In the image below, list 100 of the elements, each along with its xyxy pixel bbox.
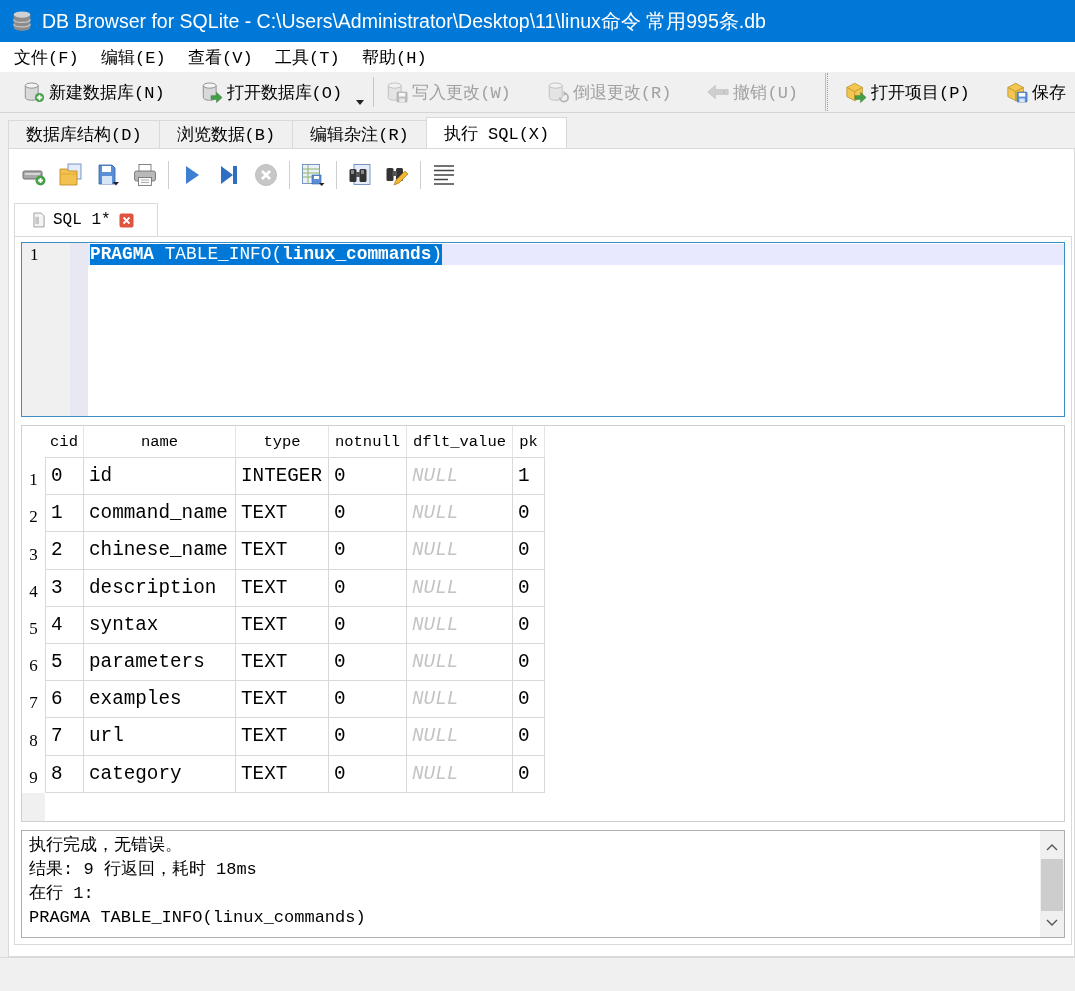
table-cell: NULL: [407, 681, 513, 719]
table-cell: 0: [329, 643, 407, 682]
message-line: 执行完成，无错误。: [29, 834, 182, 857]
floppy-icon: [96, 163, 120, 187]
table-cell: 0: [329, 458, 407, 496]
table-cell: 0: [329, 606, 407, 644]
table-cell: url: [84, 718, 236, 756]
tab[interactable]: 执行 SQL(X): [425, 117, 568, 148]
table-cell: 1: [513, 458, 545, 496]
stop-icon: [254, 163, 278, 187]
table-cell: 0: [513, 643, 545, 682]
box-arrow-icon: [845, 81, 868, 103]
table-cell: 0: [329, 569, 407, 607]
table-cell: INTEGER: [236, 458, 329, 496]
table-cell: NULL: [407, 569, 513, 607]
table-cell: parameters: [84, 643, 236, 682]
message-line: 结果: 9 行返回，耗时 18ms: [29, 859, 257, 881]
table-cell: 0: [513, 495, 545, 533]
table-cell: 0: [329, 755, 407, 793]
tab[interactable]: 数据库结构(D): [8, 120, 160, 148]
column-header[interactable]: dflt_value: [407, 426, 513, 458]
table-cell: TEXT: [236, 606, 329, 644]
row-number[interactable]: 7: [22, 681, 45, 719]
row-number[interactable]: 9: [22, 755, 45, 793]
scrollbar[interactable]: [1040, 831, 1064, 937]
table-cell: NULL: [407, 458, 513, 496]
column-header[interactable]: cid: [45, 426, 84, 458]
close-icon[interactable]: [118, 212, 134, 228]
table-cell: 0: [329, 718, 407, 756]
table-cell: 3: [45, 569, 84, 607]
column-header[interactable]: pk: [513, 426, 545, 458]
table-cell: 7: [45, 718, 84, 756]
table-cell: TEXT: [236, 495, 329, 533]
table-cell: 0: [513, 606, 545, 644]
binoculars-icon: [348, 163, 372, 187]
line-number: 1: [30, 244, 39, 265]
table-cell: TEXT: [236, 681, 329, 719]
table-cell: command_name: [84, 495, 236, 533]
table-cell: 0: [513, 532, 545, 570]
table-cell: TEXT: [236, 643, 329, 682]
caret-icon[interactable]: [356, 100, 365, 105]
row-number[interactable]: 3: [22, 532, 45, 570]
menu-item[interactable]: 编辑(E): [97, 43, 170, 71]
table-cell: 0: [513, 569, 545, 607]
table-cell: description: [84, 569, 236, 607]
row-number[interactable]: 4: [22, 569, 45, 607]
table-cell: 0: [45, 458, 84, 496]
toolbar-button[interactable]: 新建数据库(N): [20, 76, 168, 108]
column-header[interactable]: name: [84, 426, 236, 458]
scroll-up-icon[interactable]: [1046, 844, 1058, 851]
table-cell: 8: [45, 755, 84, 793]
table-cell: 0: [329, 681, 407, 719]
table-cell: 0: [513, 755, 545, 793]
database-plus-icon: [23, 81, 45, 103]
sql-editor[interactable]: 1 PRAGMA TABLE_INFO(linux_commands): [21, 242, 1065, 417]
menu-item[interactable]: 帮助(H): [358, 43, 431, 71]
row-number[interactable]: 1: [22, 458, 45, 496]
database-undo-icon: [546, 81, 569, 103]
menu-item[interactable]: 工具(T): [271, 43, 344, 71]
scrollbar-thumb[interactable]: [1041, 859, 1063, 911]
folder-icon: [59, 163, 83, 187]
table-cell: id: [84, 458, 236, 496]
table-cell: syntax: [84, 606, 236, 644]
row-number[interactable]: 2: [22, 495, 45, 533]
table-cell: NULL: [407, 606, 513, 644]
text-lines-icon: [432, 163, 456, 187]
box-floppy-icon: [1005, 81, 1028, 103]
document-icon: [33, 212, 45, 228]
toolbar-button[interactable]: 保存: [1002, 76, 1069, 108]
row-number[interactable]: 8: [22, 718, 45, 756]
column-header[interactable]: notnull: [329, 426, 407, 458]
scroll-down-icon[interactable]: [1046, 919, 1058, 926]
row-number[interactable]: 6: [22, 643, 45, 682]
table-cell: chinese_name: [84, 532, 236, 570]
table-cell: TEXT: [236, 718, 329, 756]
editor-tab[interactable]: SQL 1*: [14, 203, 158, 236]
table-cell: 0: [513, 681, 545, 719]
table-cell: 4: [45, 606, 84, 644]
row-header-background: [22, 792, 45, 821]
table-cell: NULL: [407, 495, 513, 533]
database-icon: [11, 9, 33, 33]
table-cell: 2: [45, 532, 84, 570]
toolbar-button[interactable]: 打开项目(P): [842, 76, 973, 108]
table-cell: TEXT: [236, 755, 329, 793]
table-cell: NULL: [407, 643, 513, 682]
table-cell: 0: [513, 718, 545, 756]
menu-item[interactable]: 文件(F): [10, 43, 83, 71]
table-cell: NULL: [407, 532, 513, 570]
table-cell: NULL: [407, 755, 513, 793]
menu-item[interactable]: 查看(V): [184, 43, 257, 71]
table-cell: 0: [329, 495, 407, 533]
table-cell: 5: [45, 643, 84, 682]
toolbar-button[interactable]: 打开数据库(O): [197, 76, 368, 108]
row-number[interactable]: 5: [22, 606, 45, 644]
message-line: PRAGMA TABLE_INFO(linux_commands): [29, 907, 366, 929]
printer-icon: [133, 163, 157, 187]
table-cell: 0: [329, 532, 407, 570]
window-title: DB Browser for SQLite - C:\Users\Administrator\Desktop\11\linux命令 常用995条.db: [42, 8, 766, 34]
column-header[interactable]: type: [236, 426, 329, 458]
database-arrow-icon: [200, 81, 223, 103]
